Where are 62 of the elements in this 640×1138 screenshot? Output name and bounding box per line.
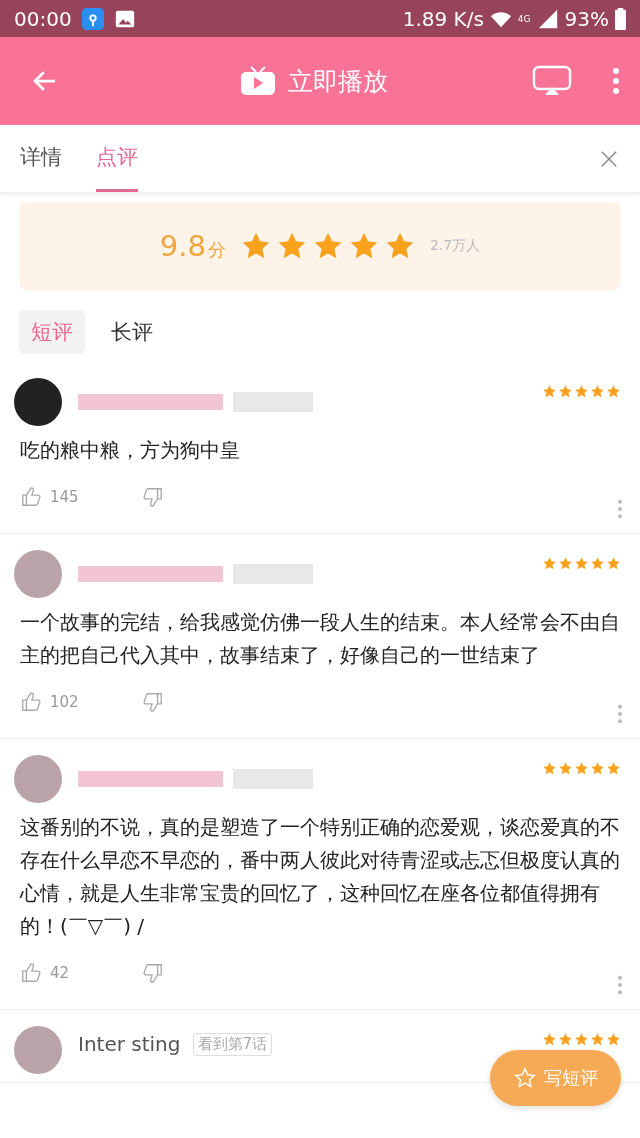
star-icon — [574, 761, 589, 776]
star-icon — [590, 556, 605, 571]
like-button[interactable]: 145 — [20, 486, 142, 508]
star-icon — [574, 384, 589, 399]
rating-count: 2.7万人 — [429, 237, 481, 255]
tab[interactable]: 详情 — [20, 125, 62, 192]
review-type-tab[interactable]: 长评 — [99, 310, 165, 354]
star-icon — [558, 761, 573, 776]
thumbs-down-icon[interactable] — [142, 486, 164, 508]
review-type-tab[interactable]: 短评 — [19, 310, 85, 354]
signal-icon — [536, 7, 559, 30]
review-text: 吃的粮中粮，方为狗中皇 — [19, 437, 241, 464]
star-icon — [542, 1032, 557, 1047]
star-icon — [542, 384, 557, 399]
more-icon[interactable] — [617, 704, 623, 724]
star-icon — [590, 761, 605, 776]
star-icon — [590, 384, 605, 399]
more-icon[interactable] — [617, 975, 623, 995]
star-icon — [574, 556, 589, 571]
avatar — [12, 548, 64, 600]
like-button[interactable]: 102 — [20, 691, 142, 713]
rating-score: 9.8 — [159, 229, 206, 263]
avatar — [12, 1024, 64, 1076]
star-outline-icon — [513, 1067, 536, 1089]
cast-tv-icon[interactable] — [532, 65, 572, 97]
like-button[interactable]: 42 — [20, 962, 142, 984]
thumbs-up-icon — [20, 486, 42, 508]
score-unit: 分 — [207, 238, 226, 262]
thumbs-up-icon — [20, 691, 42, 713]
tab[interactable]: 点评 — [96, 125, 138, 192]
network-type: 4G — [517, 13, 531, 24]
avatar — [12, 753, 64, 805]
star-icon — [606, 761, 621, 776]
star-icon — [542, 761, 557, 776]
star-icon — [606, 1032, 621, 1047]
play-now-button[interactable]: 立即播放 — [240, 64, 388, 98]
app-notification-icon — [81, 7, 104, 30]
write-review-button[interactable]: 写短评 — [490, 1050, 621, 1106]
star-icon — [558, 384, 573, 399]
more-icon[interactable] — [612, 67, 620, 95]
more-icon[interactable] — [617, 499, 623, 519]
tv-play-icon — [240, 66, 276, 96]
thumbs-down-icon[interactable] — [142, 962, 164, 984]
battery-icon — [615, 7, 626, 30]
star-icon — [542, 556, 557, 571]
star-icon — [574, 1032, 589, 1047]
thumbs-down-icon[interactable] — [142, 691, 164, 713]
review-text: 一个故事的完结，给我感觉仿佛一段人生的结束。本人经常会不由自主的把自己代入其中，故事结束了，好像自己的一世结束了 — [19, 609, 621, 669]
star-icon — [558, 1032, 573, 1047]
star-icon — [606, 556, 621, 571]
progress-badge: 看到第7话 — [192, 1032, 273, 1056]
battery-percent: 93% — [564, 6, 609, 31]
close-icon[interactable] — [600, 149, 618, 168]
star-icon — [606, 384, 621, 399]
avatar — [12, 376, 64, 428]
thumbs-up-icon — [20, 962, 42, 984]
star-icon — [590, 1032, 605, 1047]
star-icon — [558, 556, 573, 571]
status-time: 00:00 — [14, 6, 72, 31]
network-speed: 1.89 K/s — [402, 6, 484, 31]
user-name: Inter sting — [78, 1032, 181, 1056]
review-text: 这番别的不说，真的是塑造了一个特别正确的恋爱观，谈恋爱真的不存在什么早恋不早恋的，番中两人彼此对待青涩或忐忑但极度认真的心情，就是人生非常宝贵的回忆了，这种回忆在座各位都值得拥有的！(￣▽￣) / — [18, 814, 621, 940]
